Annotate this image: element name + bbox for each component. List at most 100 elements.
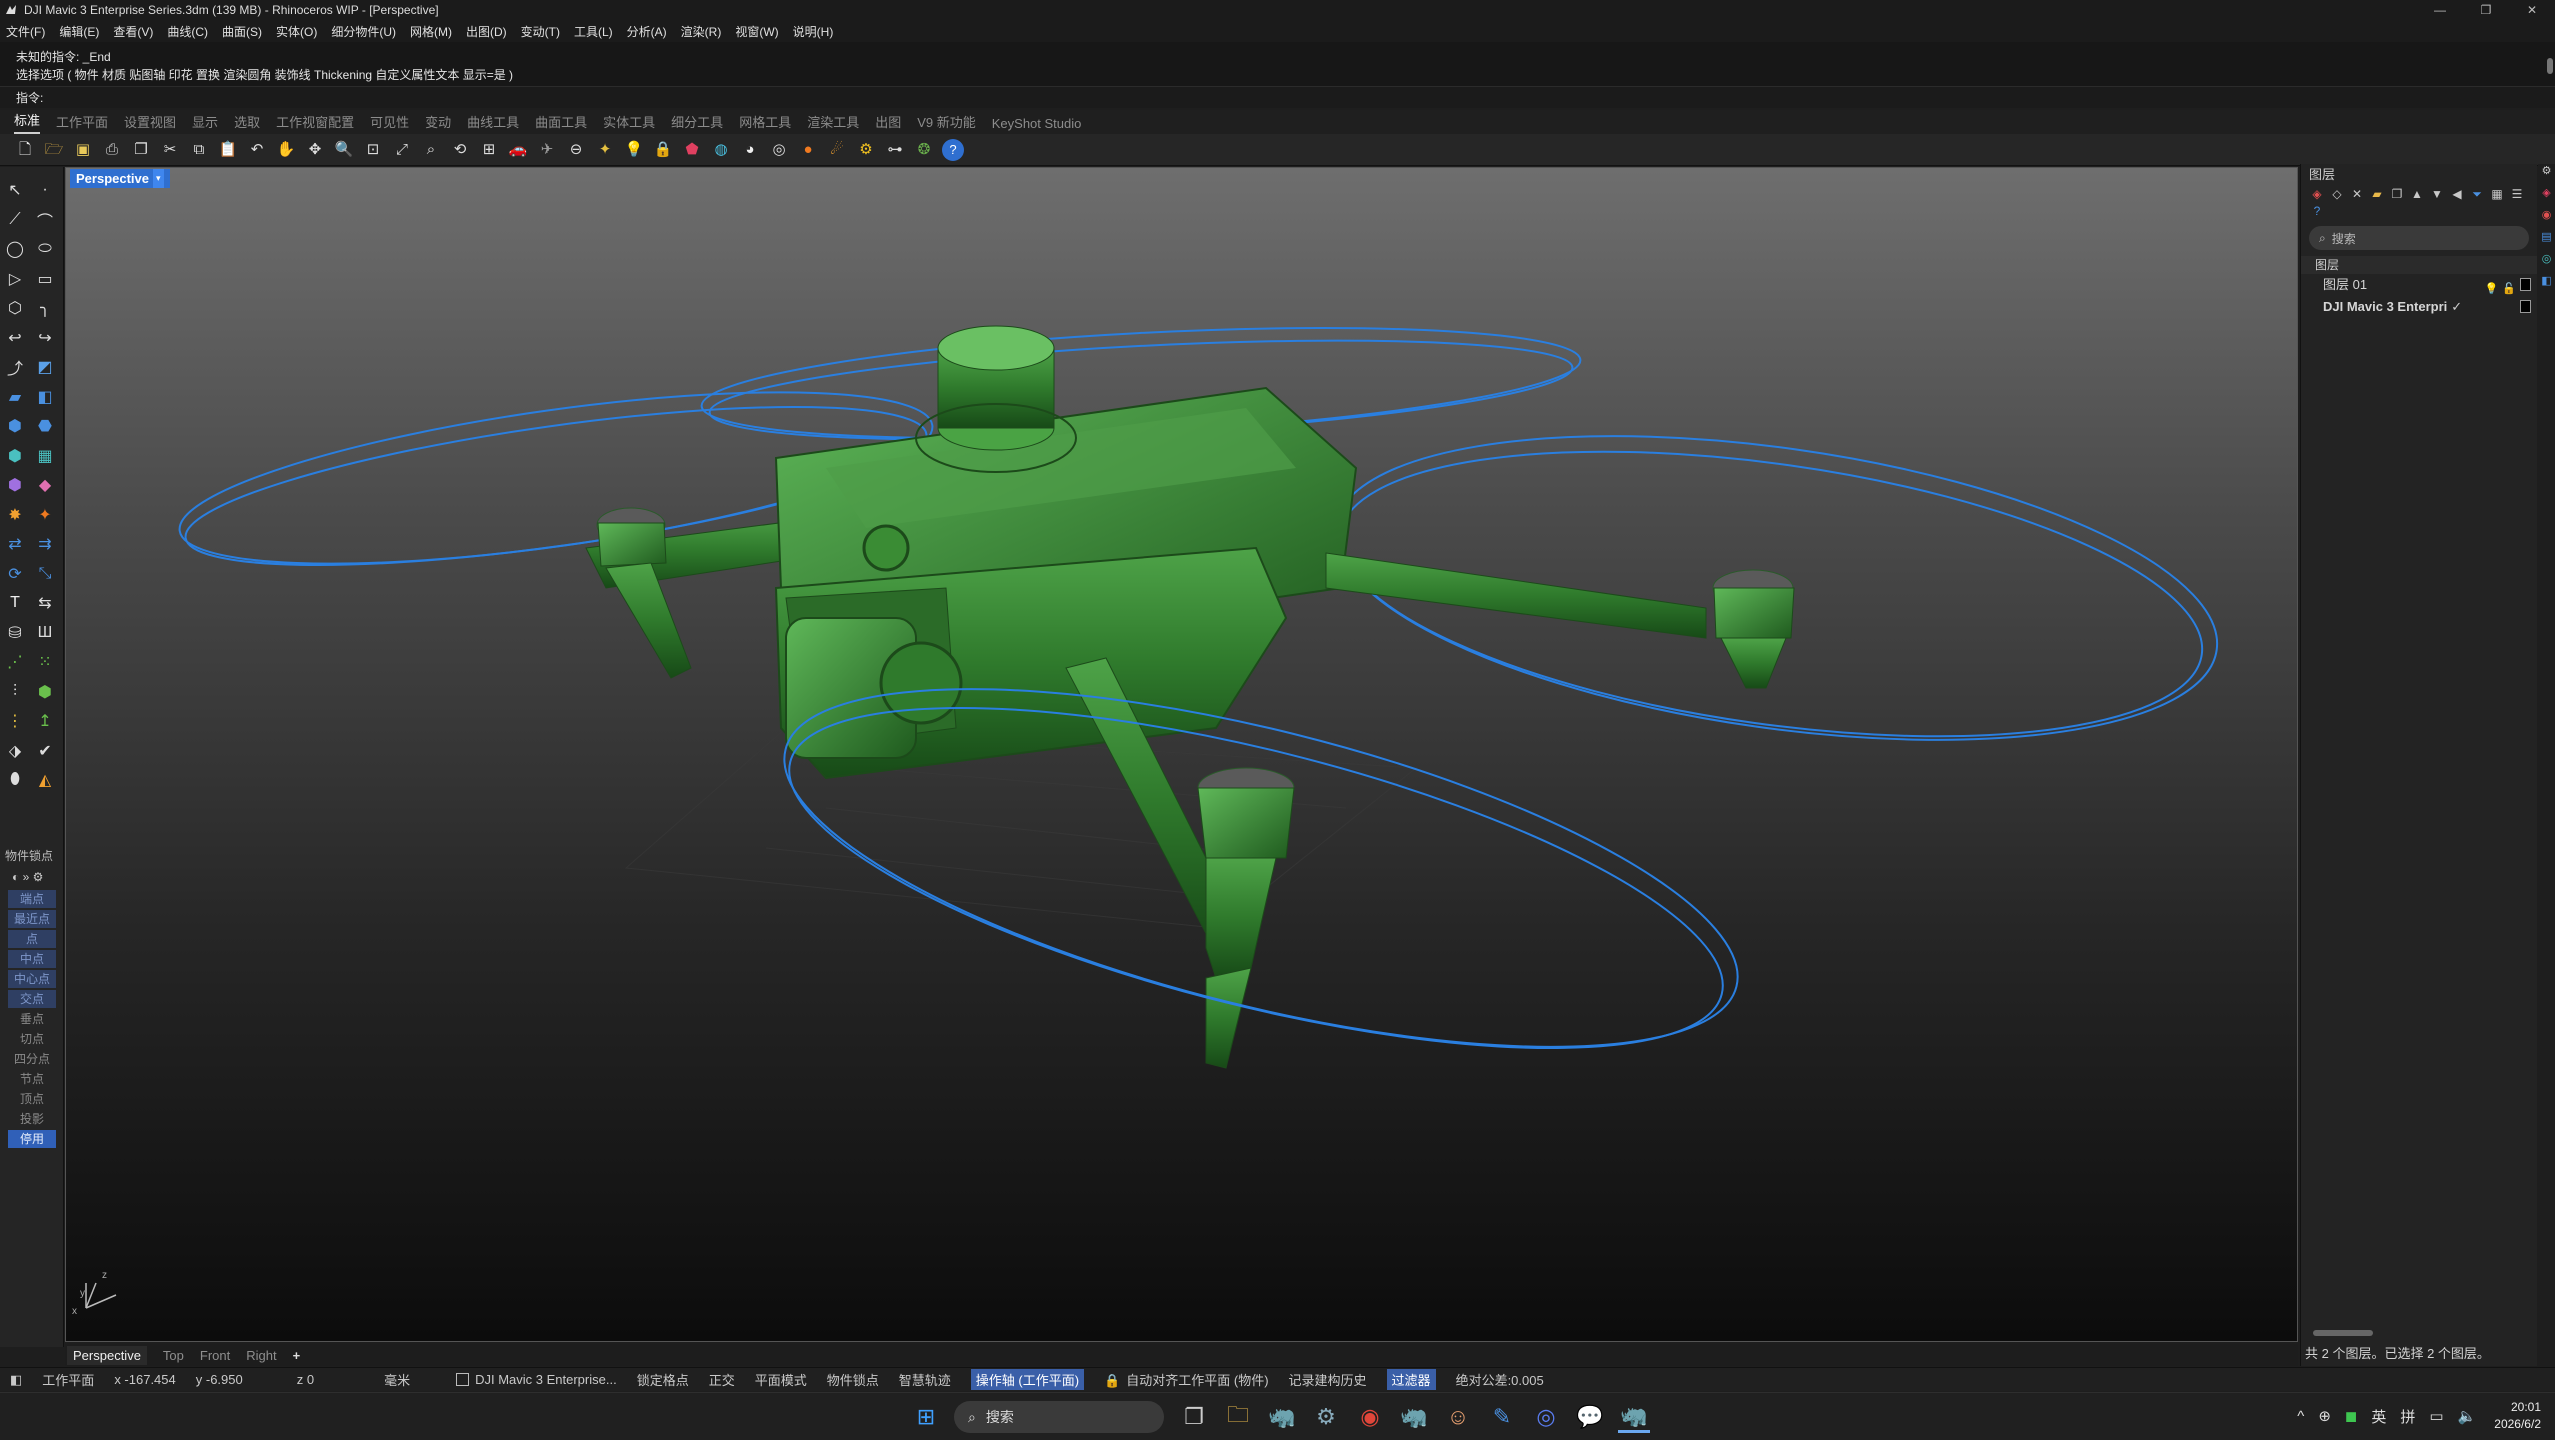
cylinder-icon[interactable]: ⬢ [2,443,28,469]
status-cplane[interactable]: 工作平面 [42,1370,94,1389]
tab-transform[interactable]: 变动 [425,112,451,134]
layer-name[interactable]: 图层 01 [2323,274,2367,296]
tab-visibility[interactable]: 可见性 [370,112,409,134]
point-on-icon[interactable]: ⋰ [2,649,28,675]
green-box-icon[interactable]: ⬢ [32,679,58,705]
scale-icon[interactable]: ⤡ [32,561,58,587]
point-icon[interactable]: · [32,177,58,203]
tray-wechat-icon[interactable]: ◼ [2345,1407,2357,1425]
drone-body[interactable] [585,325,1795,1069]
boolean-icon[interactable]: ✦ [32,502,58,528]
menu-render[interactable]: 渲染(R) [681,23,722,40]
chrome-icon[interactable]: ◉ [1354,1401,1386,1433]
select-points-icon[interactable]: ✦ [594,139,616,161]
new-file-icon[interactable]: 🗋 [14,139,36,161]
tab-solid-tools[interactable]: 实体工具 [603,112,655,134]
tab-drafting[interactable]: 出图 [875,112,901,134]
tray-overflow-icon[interactable]: ^ [2297,1408,2304,1425]
current-layer-check-icon[interactable]: ✓ [2451,296,2462,318]
table-icon[interactable]: ▦ [2487,186,2507,203]
tray-lang-en[interactable]: 英 [2371,1406,2386,1427]
menu-curve[interactable]: 曲线(C) [167,23,208,40]
sphere-icon[interactable]: ⬣ [32,413,58,439]
layers-search-input[interactable]: ⌕ 搜索 [2309,226,2529,250]
chevron-down-icon[interactable]: ▾ [153,169,164,188]
tab-standard[interactable]: 标准 [14,110,41,134]
offset-curve-icon[interactable]: ↩ [2,325,28,351]
save-icon[interactable]: ▣ [72,139,94,161]
paste-icon[interactable]: 📋 [217,139,239,161]
polygon-icon[interactable]: ⬡ [2,295,28,321]
layer-row[interactable]: 图层 01 💡 🔓 [2301,274,2537,296]
rhino-active-icon[interactable]: 🦏 [1618,1401,1650,1433]
move-up-icon[interactable]: ▲ [2407,186,2427,203]
osnap-vertex[interactable]: 顶点 [8,1090,56,1108]
status-planar[interactable]: 平面模式 [755,1370,807,1389]
status-autoalign[interactable]: 🔒 自动对齐工作平面 (物件) [1104,1370,1268,1389]
menu-analyze[interactable]: 分析(A) [627,23,667,40]
open-file-icon[interactable]: 🗁 [43,139,65,161]
layers-horizontal-scrollbar[interactable] [2313,1330,2373,1336]
render-sphere-icon[interactable]: ◎ [768,139,790,161]
menu-mesh[interactable]: 网格(M) [410,23,452,40]
tray-app-icon[interactable]: ⊕ [2318,1407,2331,1425]
plane-surface-icon[interactable]: ▰ [2,384,28,410]
rhino-wip-icon[interactable]: 🦏 [1398,1401,1430,1433]
move-left-icon[interactable]: ◀ [2447,186,2467,203]
explode-icon[interactable]: ✸ [2,502,28,528]
status-smarttrack[interactable]: 智慧轨迹 [899,1370,951,1389]
browser-app-icon[interactable]: ◎ [1530,1401,1562,1433]
surface-icon[interactable]: ◩ [32,354,58,380]
fillet-curve-icon[interactable]: ╮ [32,295,58,321]
osnap-tan[interactable]: 切点 [8,1030,56,1048]
status-units[interactable]: 毫米 [384,1370,410,1389]
menu-edit[interactable]: 编辑(E) [59,23,99,40]
lock-icon[interactable]: 🔒 [652,139,674,161]
zoom-selected-icon[interactable]: ⌕ [420,139,442,161]
wechat-icon[interactable]: 💬 [1574,1401,1606,1433]
pan-icon[interactable]: ✋ [275,139,297,161]
zoom-window-icon[interactable]: ⊡ [362,139,384,161]
status-ortho[interactable]: 正交 [709,1370,735,1389]
menu-transform[interactable]: 变动(T) [521,23,560,40]
light-icon[interactable]: 💡 [623,139,645,161]
zoom-extents-icon[interactable]: ⤢ [391,139,413,161]
tray-ime-pinyin[interactable]: 拼 [2400,1406,2415,1427]
render-icon[interactable]: ◎ [2538,252,2555,274]
command-history-scrollbar[interactable] [2547,58,2553,74]
move-icon[interactable]: ⇄ [2,531,28,557]
curve-icon[interactable]: ⌒ [32,207,58,233]
undo-view-icon[interactable]: ⟲ [449,139,471,161]
layer-color-swatch[interactable] [2520,278,2531,291]
tab-display[interactable]: 显示 [192,112,218,134]
command-history-line[interactable]: 选择选项 ( 物件 材质 贴图轴 印花 置换 渲染圆角 装饰线 Thickeni… [16,66,2555,84]
maximize-button[interactable]: ❐ [2463,0,2509,20]
zoom-icon[interactable]: 🔍 [333,139,355,161]
tab-cplanes[interactable]: 工作平面 [56,112,108,134]
taskbar-search[interactable]: ⌕ 搜索 [954,1401,1164,1433]
tab-select[interactable]: 选取 [234,112,260,134]
osnap-quad[interactable]: 四分点 [8,1050,56,1068]
avatar-app-icon[interactable]: ☺ [1442,1401,1474,1433]
shaded-sphere-icon[interactable]: ◕ [739,139,761,161]
duplicate-icon[interactable]: ❐ [2387,186,2407,203]
tab-render-tools[interactable]: 渲染工具 [807,112,859,134]
tray-clock[interactable]: 20:01 2026/6/2 [2494,1399,2541,1433]
select-arrow-icon[interactable]: ↖ [2,177,28,203]
drone-model-render[interactable]: x y z [66,168,2298,1342]
command-input[interactable]: 指令: [0,86,2555,108]
filter-icon[interactable]: ⏷ [2467,186,2487,203]
osnap-mid[interactable]: 中点 [8,950,56,968]
properties-icon[interactable]: ◈ [2538,186,2555,208]
status-gumball[interactable]: 操作轴 (工作平面) [970,1369,1085,1390]
undo-icon[interactable]: ↶ [246,139,268,161]
folder-icon[interactable]: ▰ [2367,186,2387,203]
tab-front[interactable]: Front [200,1348,230,1363]
tab-right[interactable]: Right [246,1348,276,1363]
status-layer[interactable]: DJI Mavic 3 Enterprise... [456,1372,617,1387]
osnap-project[interactable]: 投影 [8,1110,56,1128]
menu-tools[interactable]: 工具(L) [574,23,613,40]
blend-icon[interactable]: ⬮ [2,767,28,793]
four-viewports-icon[interactable]: ⊞ [478,139,500,161]
array-icon[interactable]: Ш [32,620,58,646]
